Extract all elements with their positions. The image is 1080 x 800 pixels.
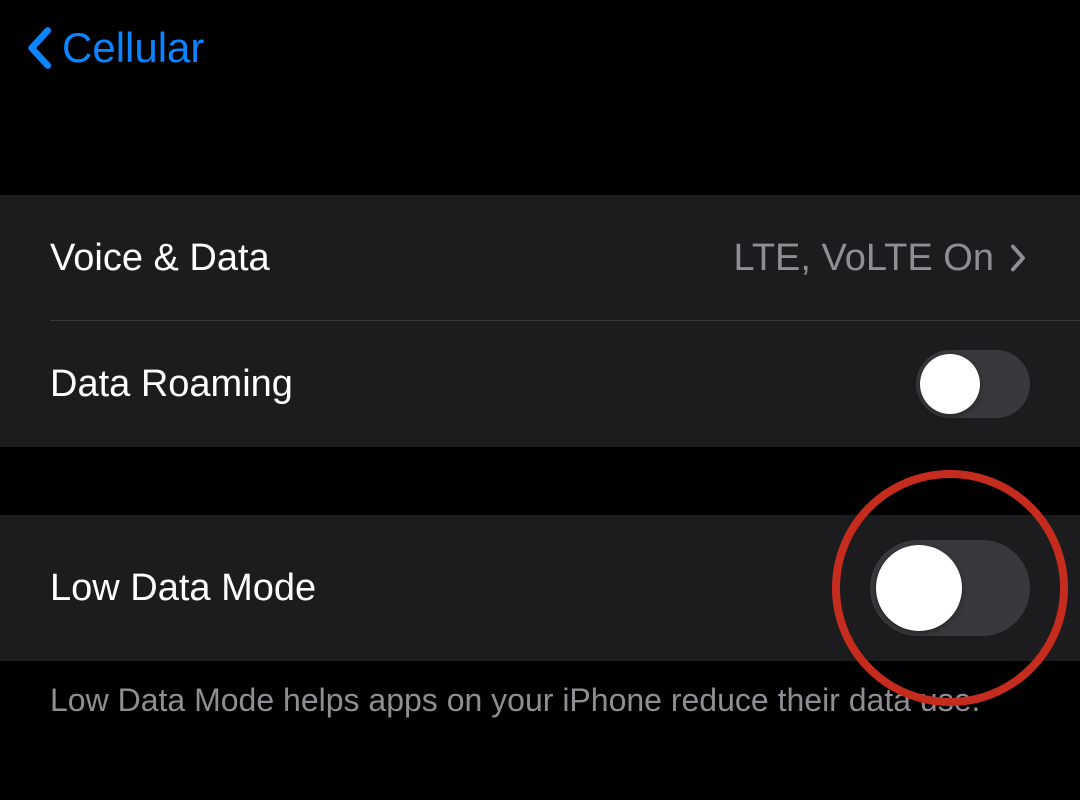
chevron-left-icon	[24, 24, 54, 72]
data-roaming-toggle[interactable]	[916, 350, 1030, 418]
nav-bar: Cellular	[0, 0, 1080, 95]
low-data-mode-label: Low Data Mode	[50, 567, 316, 610]
settings-group-2: Low Data Mode	[0, 515, 1080, 661]
data-roaming-label: Data Roaming	[50, 363, 293, 406]
toggle-knob	[920, 354, 980, 414]
voice-data-label: Voice & Data	[50, 237, 270, 280]
section-spacer	[0, 95, 1080, 195]
section-spacer	[0, 447, 1080, 515]
toggle-knob	[876, 545, 962, 631]
chevron-right-icon	[1010, 242, 1030, 274]
row-value-area: LTE, VoLTE On	[734, 237, 1031, 280]
voice-data-row[interactable]: Voice & Data LTE, VoLTE On	[0, 195, 1080, 321]
low-data-mode-footer: Low Data Mode helps apps on your iPhone …	[0, 661, 1080, 740]
voice-data-value: LTE, VoLTE On	[734, 237, 995, 280]
data-roaming-row: Data Roaming	[0, 321, 1080, 447]
back-label: Cellular	[62, 24, 204, 72]
back-button[interactable]: Cellular	[24, 24, 204, 72]
low-data-mode-toggle[interactable]	[870, 540, 1030, 636]
settings-group-1: Voice & Data LTE, VoLTE On Data Roaming	[0, 195, 1080, 447]
low-data-mode-row: Low Data Mode	[0, 515, 1080, 661]
